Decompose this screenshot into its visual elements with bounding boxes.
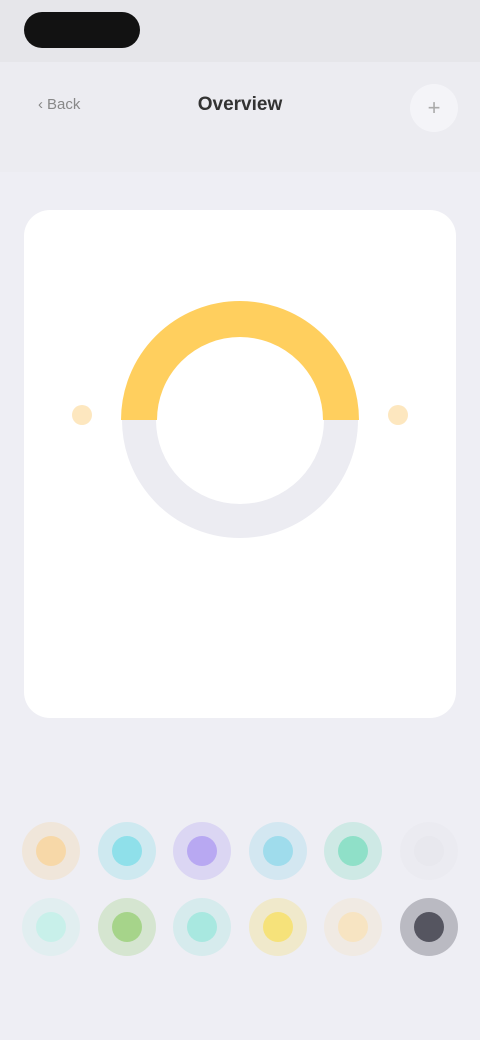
color-swatch[interactable] xyxy=(97,822,156,880)
color-swatch-dot xyxy=(111,836,142,866)
color-swatch-dot xyxy=(187,912,218,942)
color-swatch-dot xyxy=(338,912,369,942)
color-swatch-dot xyxy=(338,836,369,866)
stat-row xyxy=(92,664,388,692)
color-swatch-dot xyxy=(111,912,142,942)
color-swatch[interactable] xyxy=(173,822,232,880)
plus-icon: + xyxy=(427,95,441,120)
color-swatch-dot xyxy=(262,836,293,866)
right-marker-dot xyxy=(388,405,408,425)
status-bar xyxy=(0,0,480,62)
stat-row xyxy=(92,580,388,608)
color-swatch[interactable] xyxy=(173,898,232,956)
page-title: Overview xyxy=(197,94,283,115)
color-swatch[interactable] xyxy=(399,898,458,956)
gauge-card xyxy=(24,210,456,718)
color-swatch[interactable] xyxy=(248,898,307,956)
stats-list xyxy=(92,580,388,692)
palette-row xyxy=(22,822,458,880)
color-swatch[interactable] xyxy=(248,822,307,880)
status-time-pill xyxy=(24,12,140,48)
color-swatch[interactable] xyxy=(324,822,383,880)
color-swatch-dot xyxy=(262,912,293,942)
color-swatch-dot xyxy=(36,912,66,942)
gauge-fill xyxy=(121,301,359,421)
stat-row xyxy=(92,608,388,636)
color-swatch[interactable] xyxy=(97,898,156,956)
left-marker-dot xyxy=(72,405,92,425)
color-swatch-dot xyxy=(413,836,444,866)
color-swatch-dot xyxy=(36,836,66,866)
palette-row xyxy=(22,898,458,956)
color-swatch[interactable] xyxy=(22,898,80,956)
color-swatch[interactable] xyxy=(399,822,458,880)
stat-row xyxy=(92,636,388,664)
add-button[interactable]: + xyxy=(410,84,458,132)
color-swatch-dot xyxy=(413,912,444,942)
navigation-bar: ‹ Back Overview + xyxy=(0,62,480,172)
color-swatch[interactable] xyxy=(22,822,80,880)
gauge-ring xyxy=(72,301,408,538)
color-swatch[interactable] xyxy=(324,898,383,956)
color-swatch-dot xyxy=(187,836,218,866)
